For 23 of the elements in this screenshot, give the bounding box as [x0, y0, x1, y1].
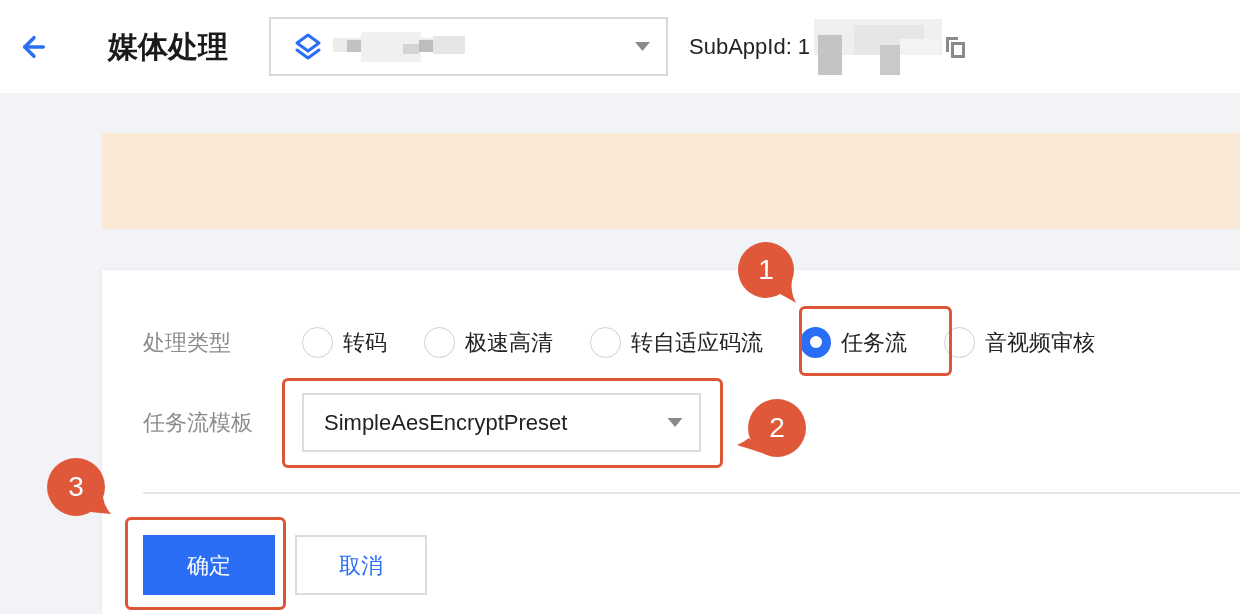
step-callout: 3 — [46, 458, 112, 516]
step-callout: 1 — [738, 242, 798, 304]
caret-icon — [667, 418, 683, 427]
step-callout: 2 — [736, 399, 807, 458]
cancel-button[interactable]: 取消 — [295, 535, 427, 595]
app-select[interactable] — [269, 17, 668, 76]
layers-icon — [293, 31, 323, 62]
radio-option[interactable]: 转自适应码流 — [590, 325, 763, 359]
copy-icon — [945, 35, 966, 58]
sub-app-id-label: SubAppId: 1 — [689, 33, 811, 61]
confirm-button[interactable]: 确定 — [143, 535, 275, 595]
field-label: 任务流模板 — [143, 409, 254, 437]
pixelated-mosaic-icon — [333, 31, 465, 62]
field-label: 处理类型 — [143, 328, 232, 357]
pixelated-mosaic-icon — [814, 18, 943, 75]
copy-button[interactable] — [944, 34, 967, 59]
radio-option[interactable]: 极速高清 — [424, 325, 553, 359]
radio-option[interactable]: 音视频审核 — [944, 325, 1095, 359]
radio-option[interactable]: 转码 — [302, 325, 387, 359]
page-title: 媒体处理 — [108, 29, 228, 65]
caret-icon — [635, 42, 650, 51]
template-select[interactable]: SimpleAesEncryptPreset — [302, 393, 701, 452]
radio-option[interactable]: 任务流 — [800, 325, 907, 359]
